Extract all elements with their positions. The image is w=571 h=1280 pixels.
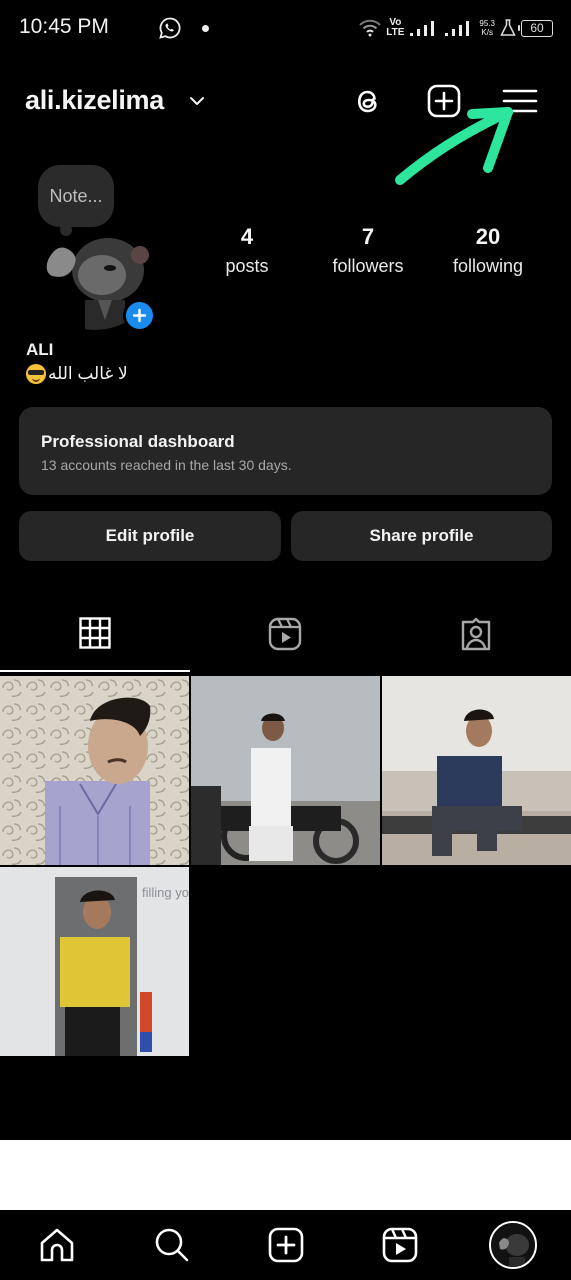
post-image: filling you: [0, 867, 189, 1056]
stat-value: 20: [475, 224, 501, 249]
reels-icon: [382, 1227, 418, 1263]
reels-icon: [268, 617, 302, 651]
avatar-cartoon-image: [491, 1223, 535, 1267]
menu-icon[interactable]: [502, 83, 538, 119]
whatsapp-icon: [159, 17, 181, 39]
post-thumbnail[interactable]: [382, 676, 571, 865]
create-icon: [268, 1227, 304, 1263]
stat-label: followers: [332, 256, 404, 276]
status-bar: 10:45 PM Vo LTE 95.3 K/s 60: [0, 0, 571, 60]
professional-dashboard-card[interactable]: Professional dashboard 13 accounts reach…: [19, 407, 552, 495]
profile-header: ali.kizelima: [0, 78, 571, 126]
nav-reels[interactable]: [376, 1221, 424, 1269]
bottom-navigation: [0, 1210, 571, 1280]
stat-following[interactable]: 20 following: [428, 222, 548, 280]
tab-tagged[interactable]: [381, 607, 571, 673]
nav-home[interactable]: [33, 1221, 81, 1269]
post-image: [382, 676, 571, 865]
dashboard-title: Professional dashboard: [41, 432, 235, 451]
sunglasses-emoji-icon: [26, 364, 46, 384]
post-thumbnail[interactable]: filling you: [0, 867, 189, 1056]
status-indicators: Vo LTE 95.3 K/s 60: [359, 14, 553, 42]
wifi-icon: [359, 19, 381, 37]
stat-label: following: [452, 256, 524, 276]
note-bubble[interactable]: Note...: [38, 165, 114, 236]
speed-value: 95.3: [479, 19, 495, 28]
lab-icon: [500, 19, 516, 36]
post-image: [0, 676, 189, 865]
username-switcher[interactable]: ali.kizelima: [25, 85, 164, 116]
tab-posts-grid[interactable]: [0, 607, 190, 673]
stat-value: 4: [240, 224, 254, 249]
status-time: 10:45 PM: [19, 15, 109, 38]
stat-followers[interactable]: 7 followers: [308, 222, 428, 280]
nav-search[interactable]: [148, 1221, 196, 1269]
stat-value: 7: [361, 224, 375, 249]
grid-icon: [79, 617, 111, 649]
stat-posts[interactable]: 4 posts: [187, 222, 307, 280]
nav-create[interactable]: [262, 1221, 310, 1269]
signal-icon-2: [445, 21, 470, 36]
volte-indicator: Vo LTE: [386, 18, 404, 38]
battery-icon: 60: [518, 19, 553, 37]
chevron-down-icon[interactable]: [187, 91, 207, 111]
speed-unit: K/s: [481, 28, 493, 37]
blank-area: [0, 1140, 571, 1210]
edit-profile-button[interactable]: Edit profile: [19, 511, 281, 561]
dashboard-subtitle: 13 accounts reached in the last 30 days.: [41, 457, 292, 473]
post-thumbnail[interactable]: [191, 676, 380, 865]
active-tab-indicator: [0, 670, 190, 672]
bio: لا غالب الله: [26, 364, 128, 384]
profile-avatar-small: [489, 1221, 537, 1269]
display-name: ALI: [26, 340, 54, 359]
plus-icon: [132, 308, 147, 323]
home-icon: [40, 1228, 74, 1262]
add-story-button[interactable]: [123, 299, 156, 332]
search-icon: [155, 1228, 189, 1262]
nav-profile[interactable]: [489, 1221, 537, 1269]
stat-label: posts: [225, 256, 269, 276]
signal-icon: [410, 21, 435, 36]
profile-tabs: [0, 607, 571, 673]
create-post-icon[interactable]: [426, 83, 462, 119]
notification-dot: [202, 25, 209, 32]
profile-stats: 4 posts 7 followers 20 following: [200, 222, 560, 282]
threads-icon[interactable]: [350, 83, 386, 119]
network-speed: 95.3 K/s: [479, 19, 495, 37]
post-thumbnail[interactable]: [0, 676, 189, 865]
bio-text: لا غالب الله: [48, 364, 128, 383]
tagged-icon: [461, 617, 491, 651]
post-overlay-text: filling you: [142, 885, 189, 900]
tab-reels[interactable]: [190, 607, 380, 673]
volte-bottom: LTE: [386, 27, 405, 38]
share-profile-button[interactable]: Share profile: [291, 511, 552, 561]
post-image: [191, 676, 380, 865]
